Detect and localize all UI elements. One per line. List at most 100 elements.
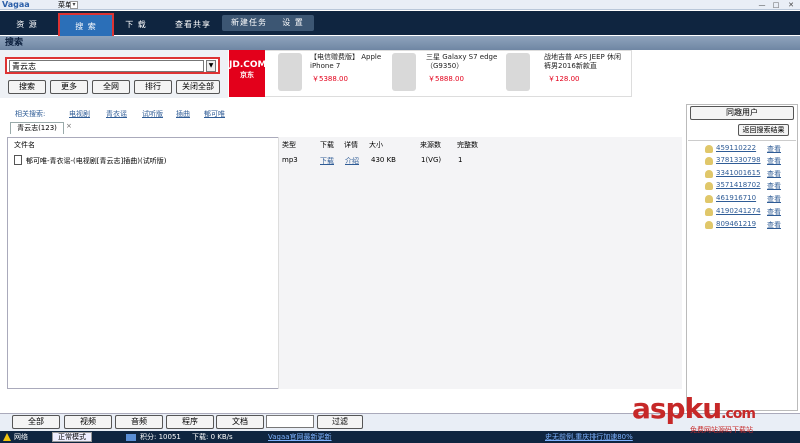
points-icon [126, 434, 136, 441]
status-bar [0, 431, 800, 443]
user-icon [705, 182, 713, 190]
download-link[interactable]: 下载 [320, 156, 334, 166]
mode-select[interactable]: 正常模式 [52, 432, 92, 442]
file-icon [14, 155, 22, 165]
filter-program-button[interactable]: 程序 [166, 415, 214, 429]
table-cell-filename[interactable]: 郁可唯-青衣谣-(电视剧[青云志]插曲)(试听版) [26, 156, 166, 166]
ad-price: ￥5888.00 [428, 75, 464, 83]
filter-document-button[interactable]: 文档 [216, 415, 264, 429]
search-combobox[interactable]: ▼ [5, 57, 220, 74]
ad-product-image[interactable] [506, 53, 530, 91]
column-header-sources[interactable]: 来源数 [420, 140, 441, 150]
ad-product-image[interactable] [278, 53, 302, 91]
table-cell-complete: 1 [458, 156, 463, 164]
column-header-filename[interactable]: 文件名 [14, 140, 35, 150]
search-button[interactable]: 搜索 [8, 80, 46, 94]
watermark-suffix: .com [721, 406, 756, 422]
section-title: 搜索 [5, 38, 24, 48]
jd-logo-sub: 京东 [240, 71, 254, 79]
user-icon [705, 170, 713, 178]
app-logo: Vagaa [2, 0, 30, 9]
tab-downloads[interactable]: 下 载 [118, 16, 154, 34]
section-header [0, 36, 800, 50]
related-link[interactable]: 青衣谣 [106, 109, 127, 119]
panel-divider [688, 140, 796, 141]
filter-video-button[interactable]: 视频 [64, 415, 112, 429]
table-cell-size: 430 KB [371, 156, 396, 164]
announcement-link[interactable]: Vagaa官网最新更新 [268, 433, 332, 442]
column-header-detail[interactable]: 详情 [344, 140, 358, 150]
user-id[interactable]: 809461219 [716, 220, 756, 228]
user-id[interactable]: 461916710 [716, 194, 756, 202]
column-header-type[interactable]: 类型 [282, 140, 296, 150]
ad-price: ￥5388.00 [312, 75, 348, 83]
table-cell-type: mp3 [282, 156, 298, 164]
table-cell-sources: 1(VG) [421, 156, 442, 164]
more-button[interactable]: 更多 [50, 80, 88, 94]
ad-price: ￥128.00 [548, 75, 580, 83]
user-icon [705, 157, 713, 165]
filter-audio-button[interactable]: 音频 [115, 415, 163, 429]
user-icon [705, 145, 713, 153]
filter-input[interactable] [266, 415, 314, 428]
watermark-logo: aspku.com [632, 392, 756, 425]
menu-dropdown-icon[interactable]: ▾ [70, 1, 78, 9]
related-link[interactable]: 郁可唯 [204, 109, 225, 119]
related-link[interactable]: 插曲 [176, 109, 190, 119]
filter-all-button[interactable]: 全部 [12, 415, 60, 429]
view-link[interactable]: 查看 [767, 156, 781, 166]
maximize-icon[interactable]: □ [770, 0, 782, 10]
view-link[interactable]: 查看 [767, 207, 781, 217]
tab-close-icon[interactable]: × [66, 122, 74, 130]
view-link[interactable]: 查看 [767, 194, 781, 204]
watermark-text: aspku [632, 392, 722, 425]
column-header-complete[interactable]: 完整数 [457, 140, 478, 150]
user-icon [705, 221, 713, 229]
network-status[interactable]: 网络 [14, 433, 28, 442]
view-link[interactable]: 查看 [767, 169, 781, 179]
filter-button[interactable]: 过滤 [317, 415, 363, 429]
ad-product-image[interactable] [392, 53, 416, 91]
tab-new-task[interactable]: 新建任务 [226, 15, 272, 31]
view-link[interactable]: 查看 [767, 181, 781, 191]
user-icon [705, 208, 713, 216]
user-id[interactable]: 459110222 [716, 144, 756, 152]
user-id[interactable]: 3781330798 [716, 156, 761, 164]
column-header-download[interactable]: 下载 [320, 140, 334, 150]
detail-link[interactable]: 介绍 [345, 156, 359, 166]
view-link[interactable]: 查看 [767, 144, 781, 154]
close-all-button[interactable]: 关闭全部 [176, 80, 220, 94]
tab-view-shares[interactable]: 查看共享 [168, 16, 218, 34]
chevron-down-icon[interactable]: ▼ [206, 60, 216, 72]
column-header-size[interactable]: 大小 [369, 140, 383, 150]
online-users-button[interactable]: 同趣用户 [690, 106, 794, 120]
user-id[interactable]: 4190241274 [716, 207, 761, 215]
whole-net-button[interactable]: 全网 [92, 80, 130, 94]
related-link[interactable]: 电视剧 [69, 109, 90, 119]
points-value: 积分: 10051 [140, 433, 181, 441]
tab-settings[interactable]: 设 置 [276, 15, 310, 31]
promo-link[interactable]: 史无前例,重庆排行加速80% [545, 433, 633, 442]
user-icon [705, 195, 713, 203]
watermark-subtitle: 免费网站源码下载站 [690, 426, 753, 434]
related-search-label: 相关搜索: [15, 110, 46, 118]
ad-title[interactable]: 【电信赠费版】 Apple iPhone 7 [310, 53, 382, 71]
minimize-icon[interactable]: — [756, 0, 768, 10]
title-bar [0, 0, 800, 10]
ad-title[interactable]: 三星 Galaxy S7 edge（G9350） [426, 53, 498, 71]
jd-logo[interactable]: JD.COM 京东 [229, 50, 267, 97]
download-speed: 下载: 0 KB/s [192, 433, 233, 441]
ad-title[interactable]: 战地吉普 AFS JEEP 休闲裤男2016新款直 [544, 53, 624, 71]
jd-logo-text: JD.COM [229, 60, 267, 70]
view-link[interactable]: 查看 [767, 220, 781, 230]
close-icon[interactable]: ✕ [785, 0, 797, 10]
table-columns-bg [278, 137, 682, 389]
back-to-results-button[interactable]: 返回搜索结果 [738, 124, 789, 136]
related-link[interactable]: 试听版 [142, 109, 163, 119]
search-input[interactable] [9, 60, 204, 72]
tab-resources[interactable]: 资 源 [6, 16, 48, 34]
user-id[interactable]: 3341001615 [716, 169, 761, 177]
results-tab[interactable]: 青云志(123) [10, 122, 64, 134]
ranking-button[interactable]: 排行 [134, 80, 172, 94]
user-id[interactable]: 3571418702 [716, 181, 761, 189]
